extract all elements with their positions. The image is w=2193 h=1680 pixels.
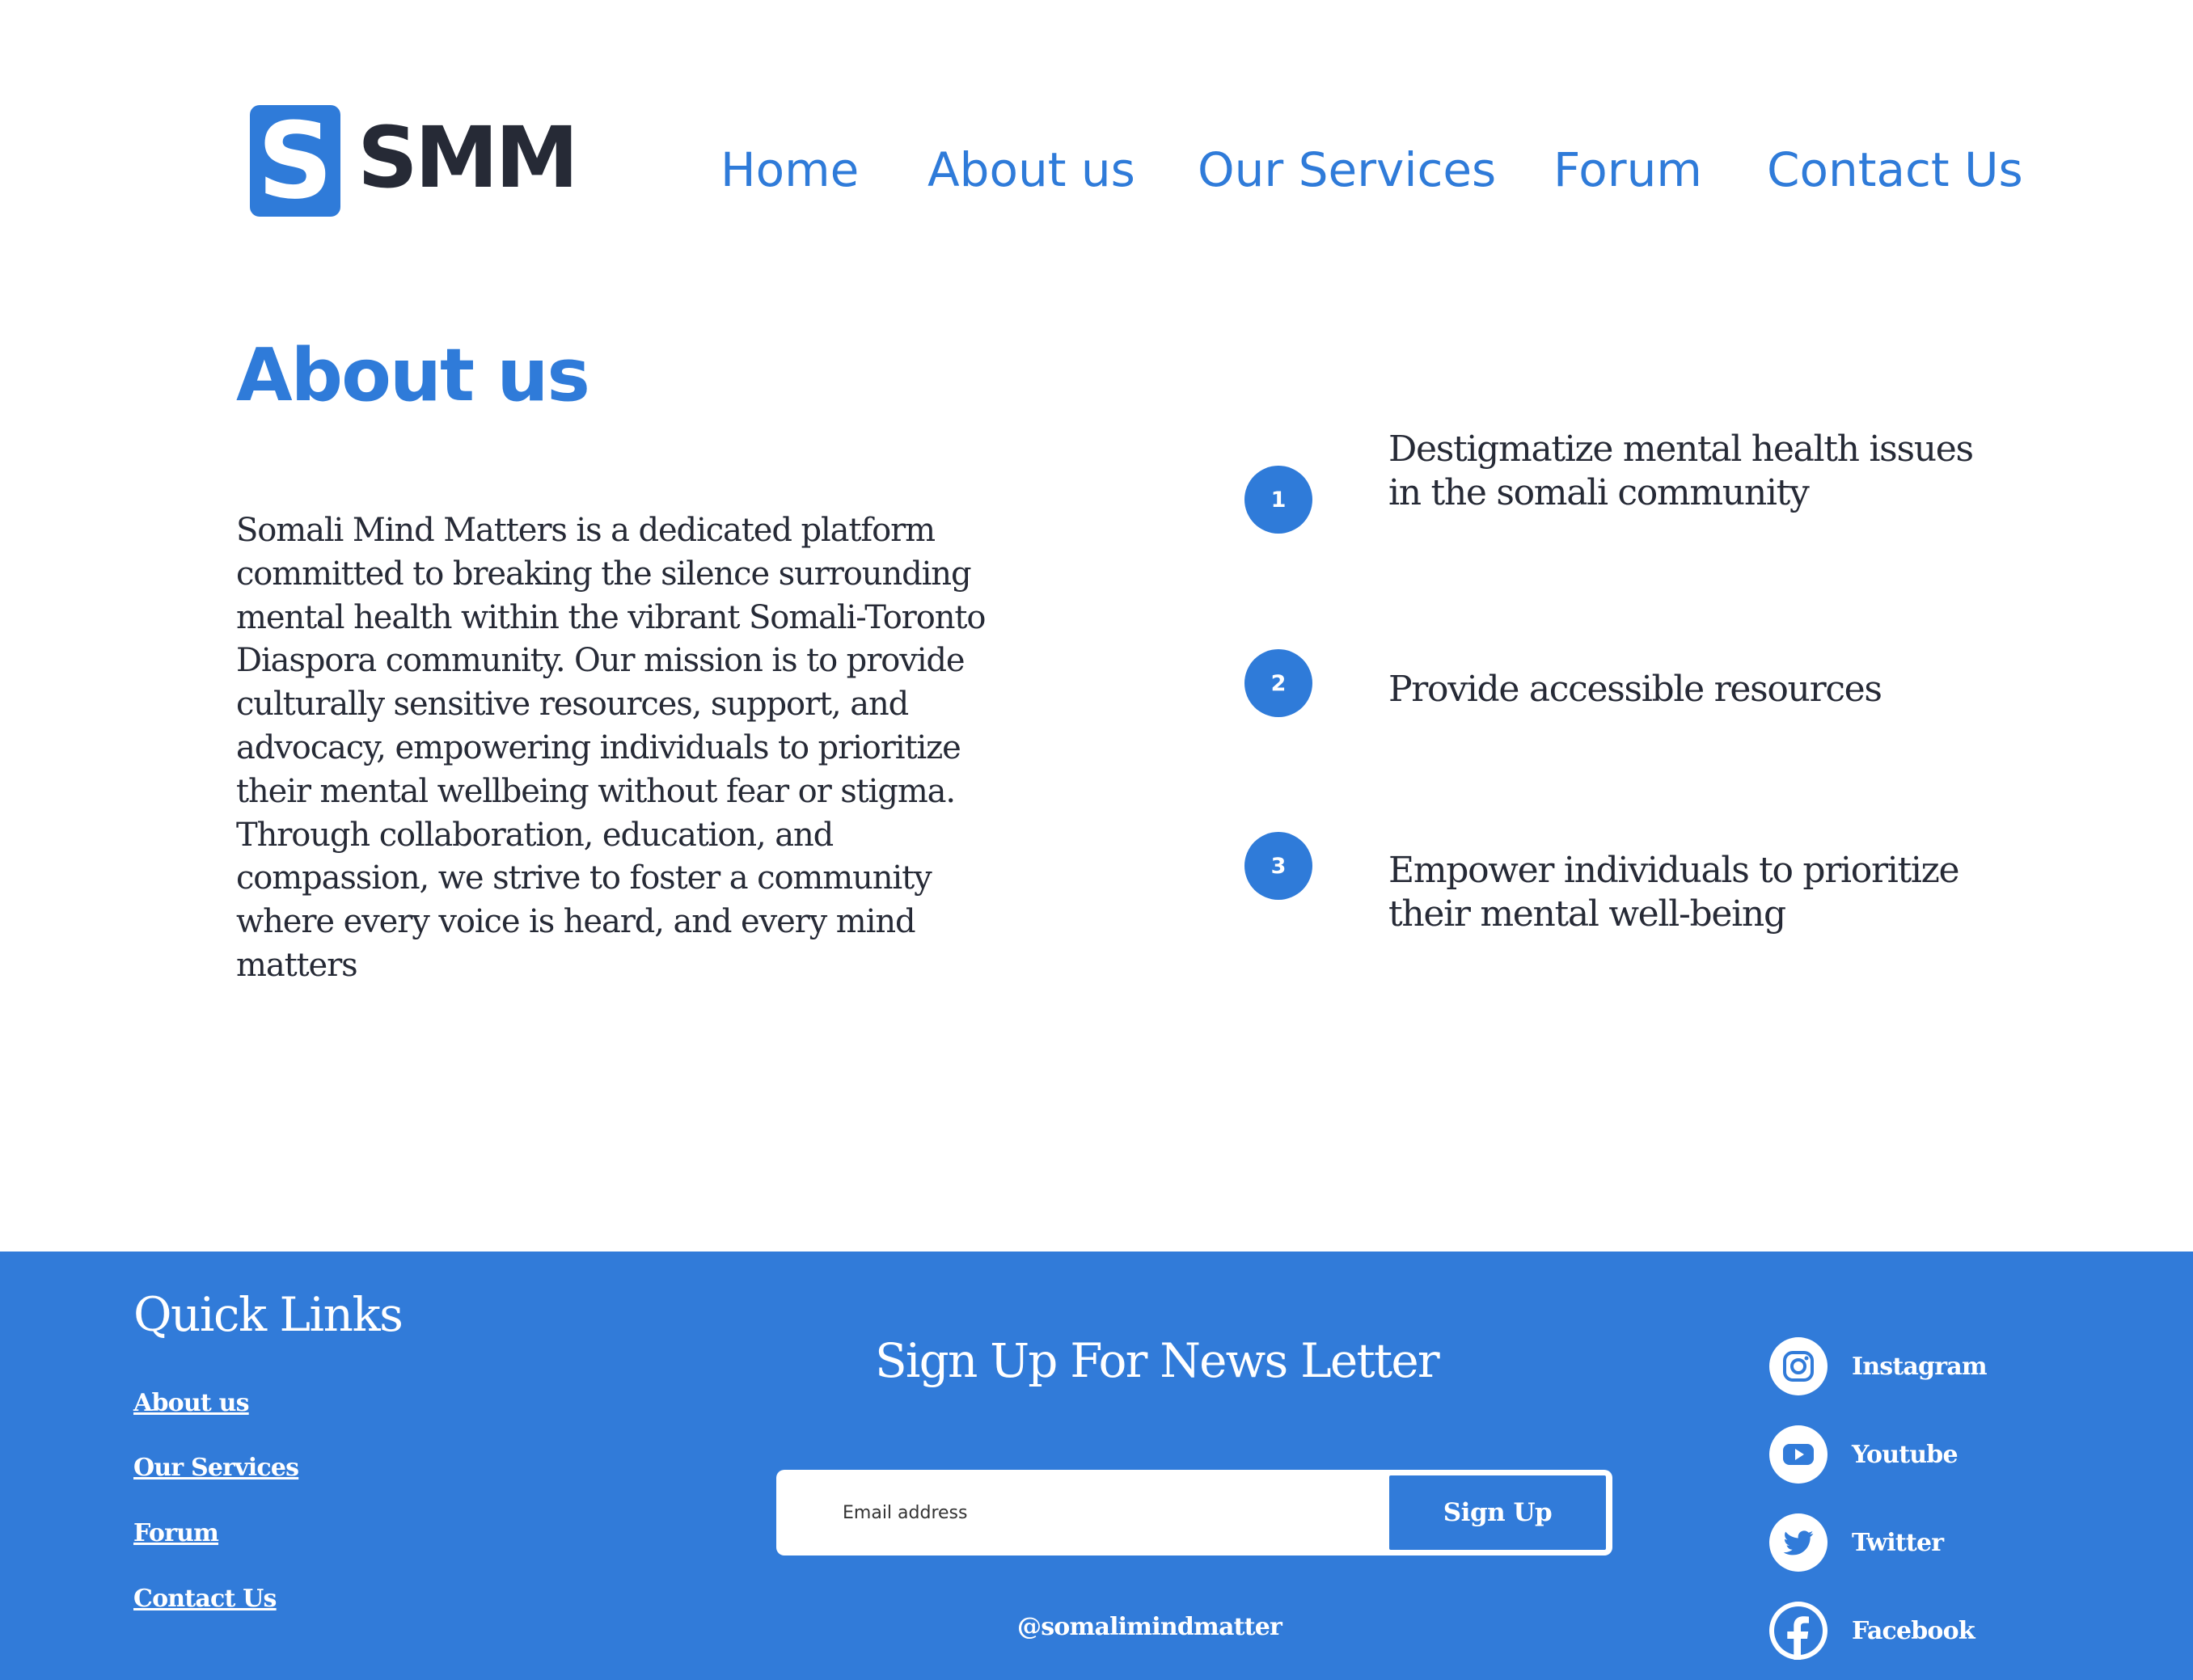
footer: Quick Links About us Our Services Forum … xyxy=(0,1252,2193,1680)
newsletter-title: Sign Up For News Letter xyxy=(875,1333,1440,1388)
sign-up-button[interactable]: Sign Up xyxy=(1389,1475,1606,1550)
nav-our-services[interactable]: Our Services xyxy=(1198,137,1496,202)
about-line: matters xyxy=(236,946,358,984)
page-title: About us xyxy=(236,333,590,418)
social-twitter[interactable]: Twitter xyxy=(1769,1513,1944,1572)
social-label: Facebook xyxy=(1852,1616,1975,1645)
footer-link-forum[interactable]: Forum xyxy=(133,1517,219,1550)
twitter-icon xyxy=(1769,1513,1828,1572)
goal-number-badge: 2 xyxy=(1244,649,1312,717)
goal-line: in the somali community xyxy=(1388,472,1810,513)
goal-text: Empower individuals to prioritize their … xyxy=(1388,849,2003,936)
social-handle: @somalimindmatter xyxy=(1017,1613,1282,1641)
social-label: Twitter xyxy=(1852,1528,1944,1557)
about-line: committed to breaking the silence surrou… xyxy=(236,555,972,593)
newsletter-form: Sign Up xyxy=(776,1470,1612,1555)
facebook-icon xyxy=(1769,1602,1828,1660)
instagram-icon xyxy=(1769,1337,1828,1395)
about-line: where every voice is heard, and every mi… xyxy=(236,903,916,941)
youtube-icon xyxy=(1769,1425,1828,1484)
goal-line: Destigmatize mental health issues xyxy=(1388,428,1974,470)
about-line: advocacy, empowering individuals to prio… xyxy=(236,728,961,766)
goal-text: Destigmatize mental health issues in the… xyxy=(1388,428,2003,515)
nav-forum[interactable]: Forum xyxy=(1553,137,1702,202)
about-description: Somali Mind Matters is a dedicated platf… xyxy=(236,509,1053,988)
footer-link-contact-us[interactable]: Contact Us xyxy=(133,1583,277,1615)
goal-line: Provide accessible resources xyxy=(1388,669,1882,710)
goal-number-badge: 3 xyxy=(1244,832,1312,900)
about-line: their mental wellbeing without fear or s… xyxy=(236,772,956,810)
email-field[interactable] xyxy=(776,1470,1388,1555)
nav-home[interactable]: Home xyxy=(720,137,859,202)
about-line: mental health within the vibrant Somali-… xyxy=(236,598,986,636)
nav-about-us[interactable]: About us xyxy=(927,137,1135,202)
goal-number-badge: 1 xyxy=(1244,466,1312,534)
footer-link-about-us[interactable]: About us xyxy=(133,1387,249,1420)
social-facebook[interactable]: Facebook xyxy=(1769,1602,1975,1660)
goal-line: Empower individuals to prioritize xyxy=(1388,850,1960,891)
goal-line: their mental well-being xyxy=(1388,893,1786,935)
about-line: Diaspora community. Our mission is to pr… xyxy=(236,642,966,680)
main-nav: Home About us Our Services Forum Contact… xyxy=(0,137,2193,202)
about-line: culturally sensitive resources, support,… xyxy=(236,686,909,724)
quick-links-title: Quick Links xyxy=(133,1287,404,1342)
about-line: Through collaboration, education, and xyxy=(236,816,834,854)
about-line: Somali Mind Matters is a dedicated platf… xyxy=(236,512,936,549)
social-label: Instagram xyxy=(1852,1352,1988,1381)
social-instagram[interactable]: Instagram xyxy=(1769,1337,1988,1395)
about-line: compassion, we strive to foster a commun… xyxy=(236,859,932,897)
goal-text: Provide accessible resources xyxy=(1388,668,2003,711)
social-youtube[interactable]: Youtube xyxy=(1769,1425,1958,1484)
social-label: Youtube xyxy=(1852,1440,1958,1469)
footer-link-our-services[interactable]: Our Services xyxy=(133,1452,299,1484)
nav-contact-us[interactable]: Contact Us xyxy=(1767,137,2023,202)
